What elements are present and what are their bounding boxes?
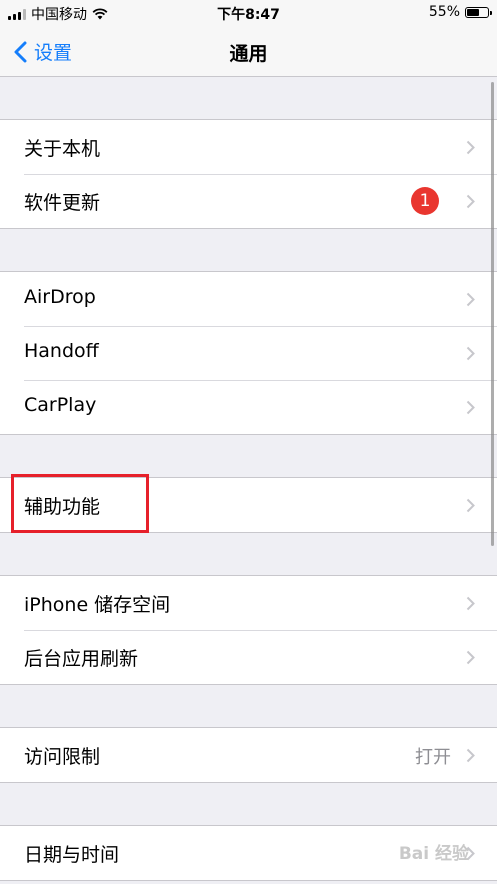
row-label: 日期与时间 (24, 844, 120, 866)
row-label: AirDrop (24, 286, 96, 308)
row-label: 关于本机 (24, 138, 101, 160)
battery-icon (465, 6, 492, 18)
chevron-right-icon (466, 498, 475, 513)
row-restrictions[interactable]: 访问限制 打开 (0, 728, 497, 782)
settings-group: 关于本机 软件更新 1 (0, 119, 497, 229)
row-handoff[interactable]: Handoff (0, 326, 497, 380)
row-about[interactable]: 关于本机 (0, 120, 497, 174)
row-airdrop[interactable]: AirDrop (0, 272, 497, 326)
row-label: Handoff (24, 340, 99, 362)
row-label: CarPlay (24, 394, 97, 416)
chevron-right-icon (466, 596, 475, 611)
settings-group: 访问限制 打开 (0, 727, 497, 783)
chevron-right-icon (466, 650, 475, 665)
status-bar: 中国移动 下午8:47 55% (0, 0, 497, 26)
navigation-bar: 设置 通用 (0, 26, 497, 77)
chevron-right-icon (466, 292, 475, 307)
battery-percent: 55% (428, 4, 460, 20)
status-time: 下午8:47 (217, 7, 280, 23)
row-background-refresh[interactable]: 后台应用刷新 (0, 630, 497, 684)
row-software-update[interactable]: 软件更新 1 (0, 174, 497, 228)
status-right: 55% (428, 4, 492, 20)
settings-group: AirDrop Handoff CarPlay (0, 271, 497, 435)
row-label: iPhone 储存空间 (24, 594, 171, 616)
row-label: 软件更新 (24, 192, 101, 214)
row-value: 打开 (415, 747, 451, 768)
row-label: 访问限制 (24, 746, 101, 768)
watermark: Bai 经验 (398, 844, 469, 864)
chevron-right-icon (466, 748, 475, 763)
chevron-right-icon (466, 140, 475, 155)
row-carplay[interactable]: CarPlay (0, 380, 497, 434)
row-iphone-storage[interactable]: iPhone 储存空间 (0, 576, 497, 630)
chevron-right-icon (466, 194, 475, 209)
chevron-right-icon (466, 346, 475, 361)
page-title: 通用 (229, 43, 268, 65)
chevron-right-icon (466, 400, 475, 415)
settings-group: iPhone 储存空间 后台应用刷新 (0, 575, 497, 685)
notification-badge: 1 (411, 187, 439, 215)
highlight-box (11, 474, 149, 533)
scrollbar[interactable] (491, 82, 494, 546)
row-label: 后台应用刷新 (24, 648, 139, 670)
